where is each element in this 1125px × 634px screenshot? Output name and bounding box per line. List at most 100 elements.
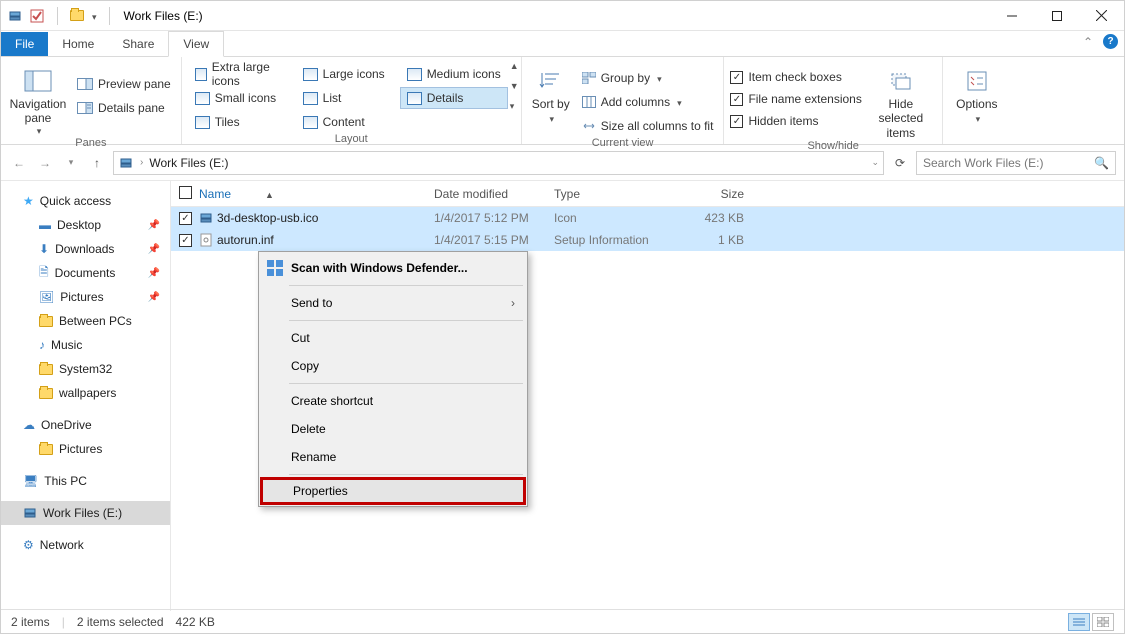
select-all-checkbox[interactable] xyxy=(179,186,199,202)
nav-pictures[interactable]: 🖼Pictures📌 xyxy=(1,285,170,309)
ribbon-tabs: File Home Share View ⌃ ? xyxy=(1,31,1124,57)
layout-details[interactable]: Details xyxy=(400,87,508,109)
ctx-create-shortcut[interactable]: Create shortcut xyxy=(261,387,525,415)
nav-work-files[interactable]: Work Files (E:) xyxy=(1,501,170,525)
separator xyxy=(57,7,58,25)
nav-wallpapers[interactable]: wallpapers xyxy=(1,381,170,405)
ribbon-right-controls: ⌃ ? xyxy=(1083,34,1118,49)
close-button[interactable] xyxy=(1079,2,1124,30)
chevron-right-icon: › xyxy=(511,296,515,310)
ctx-delete[interactable]: Delete xyxy=(261,415,525,443)
ribbon-group-options: Options xyxy=(943,57,1011,144)
search-input[interactable]: Search Work Files (E:) 🔍 xyxy=(916,151,1116,175)
help-icon[interactable]: ? xyxy=(1103,34,1118,49)
collapse-ribbon-icon[interactable]: ⌃ xyxy=(1083,35,1093,49)
sort-by-button[interactable]: Sort by xyxy=(528,63,574,126)
tab-file[interactable]: File xyxy=(1,32,48,56)
column-name[interactable]: Name▲ xyxy=(199,187,434,201)
options-button[interactable]: Options xyxy=(949,63,1005,126)
hide-selected-button[interactable]: Hide selected items xyxy=(866,63,936,140)
layout-small[interactable]: Small icons xyxy=(188,87,288,109)
recent-dropdown[interactable]: ▾ xyxy=(61,157,81,168)
row-checkbox[interactable] xyxy=(179,212,192,225)
item-checkboxes-toggle[interactable]: Item check boxes xyxy=(730,67,861,87)
file-row[interactable]: autorun.inf 1/4/2017 5:15 PM Setup Infor… xyxy=(171,229,1124,251)
separator: | xyxy=(62,615,65,629)
layout-tiles[interactable]: Tiles xyxy=(188,111,288,133)
column-headers: Name▲ Date modified Type Size xyxy=(171,181,1124,207)
address-bar-row: ← → ▾ ↑ › Work Files (E:) ⌄ ⟳ Search Wor… xyxy=(1,145,1124,181)
ctx-send-to[interactable]: Send to› xyxy=(261,289,525,317)
file-name: 3d-desktop-usb.ico xyxy=(217,211,434,225)
separator xyxy=(289,474,523,475)
qat-dropdown[interactable] xyxy=(90,9,97,23)
preview-pane-button[interactable]: Preview pane xyxy=(73,73,175,95)
view-thumbnails-button[interactable] xyxy=(1092,613,1114,631)
view-details-button[interactable] xyxy=(1068,613,1090,631)
address-dropdown[interactable]: ⌄ xyxy=(871,157,879,168)
nav-desktop[interactable]: ▬Desktop📌 xyxy=(1,213,170,237)
options-icon xyxy=(966,65,988,97)
window-controls xyxy=(989,2,1124,30)
context-menu: Scan with Windows Defender... Send to› C… xyxy=(258,251,528,507)
title-bar: Work Files (E:) xyxy=(1,1,1124,31)
expand-icon[interactable]: ▾ xyxy=(510,101,519,112)
ctx-cut[interactable]: Cut xyxy=(261,324,525,352)
row-checkbox[interactable] xyxy=(179,234,192,247)
column-date[interactable]: Date modified xyxy=(434,187,554,201)
nav-network[interactable]: ⚙Network xyxy=(1,533,170,557)
refresh-button[interactable]: ⟳ xyxy=(890,156,910,170)
group-by-button[interactable]: Group by xyxy=(578,67,718,89)
ctx-scan-defender[interactable]: Scan with Windows Defender... xyxy=(261,254,525,282)
group-label: Current view xyxy=(528,137,718,151)
back-button[interactable]: ← xyxy=(9,156,29,170)
breadcrumb[interactable]: Work Files (E:) xyxy=(149,156,228,170)
ribbon: Navigation pane Preview pane Details pan… xyxy=(1,57,1124,145)
hidden-items-toggle[interactable]: Hidden items xyxy=(730,111,861,131)
chevron-right-icon[interactable]: › xyxy=(140,157,143,168)
nav-quick-access[interactable]: ★Quick access xyxy=(1,189,170,213)
nav-this-pc[interactable]: 🖥This PC xyxy=(1,469,170,493)
scroll-up-icon[interactable]: ▲ xyxy=(510,61,519,71)
up-button[interactable]: ↑ xyxy=(87,156,107,170)
file-extensions-toggle[interactable]: File name extensions xyxy=(730,89,861,109)
forward-button[interactable]: → xyxy=(35,156,55,170)
checkbox-icon[interactable] xyxy=(29,8,45,24)
layout-icon xyxy=(303,92,318,105)
pictures-icon: 🖼 xyxy=(39,290,54,304)
minimize-button[interactable] xyxy=(989,2,1034,30)
column-size[interactable]: Size xyxy=(674,187,754,201)
tab-view[interactable]: View xyxy=(168,31,224,57)
maximize-button[interactable] xyxy=(1034,2,1079,30)
ctx-copy[interactable]: Copy xyxy=(261,352,525,380)
nav-documents[interactable]: 🗎Documents📌 xyxy=(1,261,170,285)
size-columns-button[interactable]: Size all columns to fit xyxy=(578,115,718,137)
nav-system32[interactable]: System32 xyxy=(1,357,170,381)
nav-onedrive-pictures[interactable]: Pictures xyxy=(1,437,170,461)
file-row[interactable]: 3d-desktop-usb.ico 1/4/2017 5:12 PM Icon… xyxy=(171,207,1124,229)
file-size: 1 KB xyxy=(674,233,754,247)
layout-list[interactable]: List xyxy=(296,87,392,109)
nav-onedrive[interactable]: ☁OneDrive xyxy=(1,413,170,437)
add-columns-button[interactable]: Add columns xyxy=(578,91,718,113)
tab-home[interactable]: Home xyxy=(48,32,108,56)
address-bar[interactable]: › Work Files (E:) ⌄ xyxy=(113,151,884,175)
layout-medium[interactable]: Medium icons xyxy=(400,63,508,85)
checkbox-icon xyxy=(730,115,743,128)
nav-downloads[interactable]: ⬇Downloads📌 xyxy=(1,237,170,261)
ctx-properties[interactable]: Properties xyxy=(260,477,526,505)
scroll-down-icon[interactable]: ▼ xyxy=(510,81,519,91)
tab-share[interactable]: Share xyxy=(108,32,168,56)
nav-between-pcs[interactable]: Between PCs xyxy=(1,309,170,333)
layout-extra-large[interactable]: Extra large icons xyxy=(188,63,288,85)
layout-icon xyxy=(407,92,422,105)
details-pane-button[interactable]: Details pane xyxy=(73,97,175,119)
nav-music[interactable]: ♪Music xyxy=(1,333,170,357)
layout-large[interactable]: Large icons xyxy=(296,63,392,85)
drive-icon xyxy=(23,506,37,520)
column-type[interactable]: Type xyxy=(554,187,674,201)
chevron-down-icon xyxy=(974,111,981,125)
navigation-pane-button[interactable]: Navigation pane xyxy=(7,63,69,137)
layout-content[interactable]: Content xyxy=(296,111,392,133)
ctx-rename[interactable]: Rename xyxy=(261,443,525,471)
